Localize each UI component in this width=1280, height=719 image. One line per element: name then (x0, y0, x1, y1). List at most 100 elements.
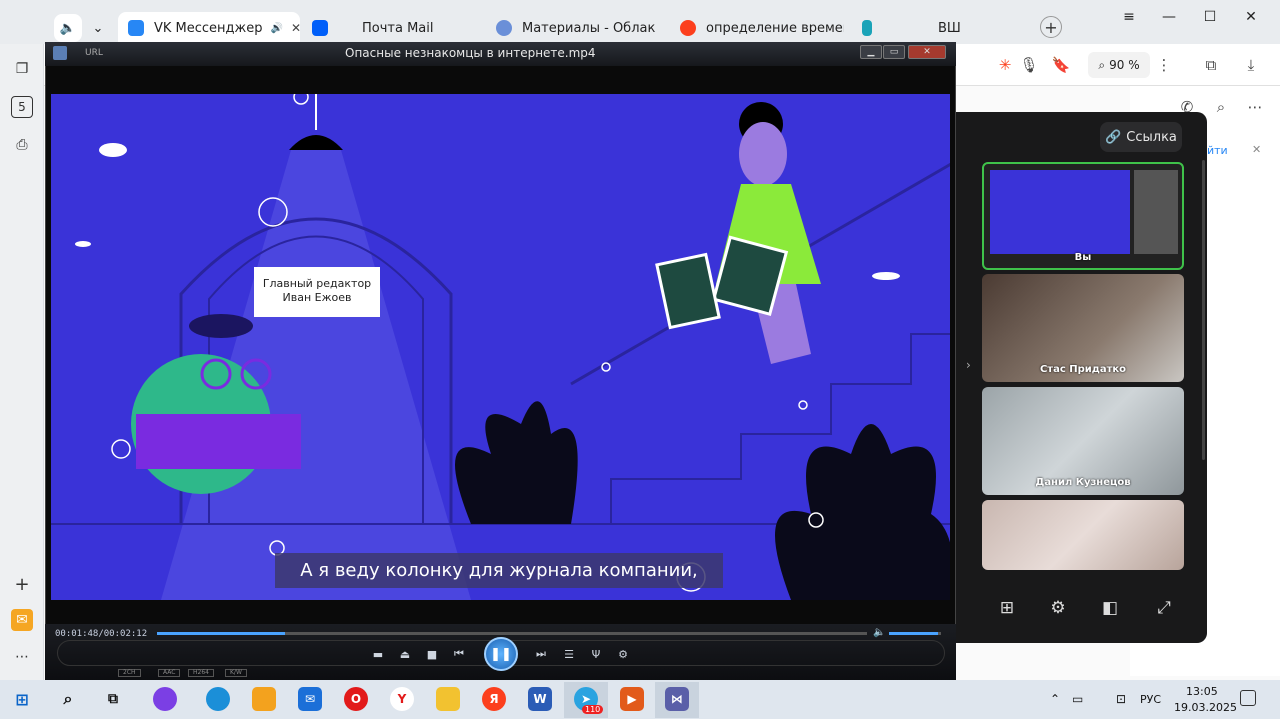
video-frame[interactable] (51, 94, 950, 600)
participant-tile-danil[interactable]: Данил Кузнецов (982, 387, 1184, 495)
zoom-button[interactable]: ⌕ 90 % (1088, 52, 1150, 78)
search-taskbar-icon[interactable]: ⌕ (56, 687, 80, 711)
chevron-down-icon[interactable]: ⌄ (86, 14, 110, 42)
search-icon[interactable]: ⌕ (1212, 96, 1230, 118)
screen-share-side (1134, 170, 1178, 254)
more-horizontal-icon[interactable]: ⋯ (1246, 96, 1264, 118)
minimize-icon[interactable]: — (1152, 6, 1186, 28)
new-tab-button[interactable]: + (1040, 16, 1062, 38)
right-page-link[interactable]: йти (1207, 144, 1228, 157)
task-view-icon[interactable]: ⧉ (101, 687, 125, 711)
tab-label: Почта Mail (362, 20, 434, 36)
vsh-icon (862, 20, 872, 36)
yandex-browser-icon[interactable]: Y (390, 687, 414, 711)
bubble (111, 439, 131, 459)
seek-bar[interactable] (157, 632, 867, 635)
tab-vk[interactable]: VK Мессенджер 🔊 ✕ (118, 12, 300, 44)
maximize-icon[interactable]: ☐ (1193, 6, 1227, 28)
tab-cloud[interactable]: Материалы - Облако зна (486, 12, 656, 44)
caption-line-2: Иван Ежоев (282, 291, 352, 304)
volume-icon[interactable]: 🔈 (873, 627, 885, 638)
player-logo-icon (53, 46, 67, 60)
store-icon[interactable] (252, 687, 276, 711)
more-vertical-icon[interactable]: ⋮ (1154, 54, 1174, 76)
alice-taskbar-icon[interactable] (153, 687, 177, 711)
close-banner-icon[interactable]: ✕ (1252, 143, 1261, 156)
player-minimize-icon[interactable]: ▁ (860, 45, 882, 59)
bubble (293, 94, 309, 105)
cloud-icon (496, 20, 512, 36)
keyboard-language[interactable]: РУС (1140, 693, 1161, 706)
settings-icon[interactable]: ⚙ (1046, 596, 1070, 620)
alice-icon[interactable]: ✳ (994, 54, 1016, 76)
edge-icon[interactable] (206, 687, 230, 711)
clock-date[interactable]: 19.03.2025 (1174, 701, 1237, 714)
volume-slider[interactable] (889, 632, 941, 635)
pause-button[interactable]: ❚❚ (484, 637, 518, 671)
tab-mail[interactable]: Почта Mail (302, 12, 482, 44)
playlist-icon[interactable]: ☰ (561, 646, 577, 662)
mail-taskbar-icon[interactable]: ✉ (298, 687, 322, 711)
tab-yandex[interactable]: определение времени пе (670, 12, 844, 44)
participant-tile-stas[interactable]: Стас Придатко (982, 274, 1184, 382)
microphone-icon[interactable]: 🎙 (1018, 54, 1040, 76)
mail-icon (312, 20, 328, 36)
sidebar-badge[interactable]: 5 (11, 96, 33, 118)
participant-tile-4[interactable] (982, 500, 1184, 570)
windows-start-icon[interactable]: ⊞ (10, 687, 34, 711)
participants-scrollbar[interactable] (1202, 160, 1205, 460)
hedgehog-hat (189, 314, 253, 338)
player-maximize-icon[interactable]: ▭ (883, 45, 905, 59)
yandex-icon[interactable]: Я (482, 687, 506, 711)
bubble (798, 400, 808, 410)
picture-in-picture-icon[interactable]: ◧ (1098, 596, 1122, 620)
download-icon[interactable]: ⤓ (1240, 54, 1262, 76)
explorer-icon[interactable] (436, 687, 460, 711)
video-title: Опасные незнакомцы в интернете.mp4 (345, 46, 596, 60)
screenshot-icon[interactable]: ⎙ (11, 134, 33, 156)
player-settings-icon[interactable]: ⚙ (615, 646, 631, 662)
participant-tile-self[interactable]: Вы (982, 162, 1184, 270)
next-icon[interactable]: ⏭ (533, 646, 549, 662)
caption-line-1: Главный редактор (262, 277, 372, 290)
screen-share-preview (990, 170, 1130, 254)
add-panel-icon[interactable]: + (11, 573, 33, 595)
bookmark-icon[interactable]: 🔖 (1050, 54, 1072, 76)
clock-time[interactable]: 13:05 (1186, 685, 1218, 698)
seaweed-right (775, 424, 950, 600)
url-label[interactable]: URL (85, 48, 103, 58)
audio-icon[interactable]: 🔈 (54, 14, 82, 42)
link-label: Ссылка (1126, 129, 1177, 145)
audio-tracks-icon[interactable]: Ψ (588, 646, 604, 662)
copy-link-button[interactable]: 🔗 Ссылка (1100, 122, 1182, 152)
extensions-icon[interactable]: ⧉ (1200, 54, 1222, 76)
previous-icon[interactable]: ⏮ (451, 646, 467, 662)
media-player-taskbar-icon[interactable]: ▶ (620, 687, 644, 711)
battery-icon[interactable]: ▭ (1072, 692, 1083, 706)
character-caption: Главный редактор Иван Ежоев (254, 267, 380, 317)
tray-chevron-icon[interactable]: ⌃ (1050, 692, 1060, 706)
codec-badge: H264 (188, 669, 214, 677)
eject-icon[interactable]: ⏏ (397, 646, 413, 662)
menu-icon[interactable]: ≡ (1112, 6, 1146, 28)
mail-app-icon[interactable]: ✉ (11, 609, 33, 631)
subtitles-icon[interactable]: ▬ (370, 646, 386, 662)
tab-label: VK Мессенджер (154, 20, 263, 36)
player-close-icon[interactable]: ✕ (908, 45, 946, 59)
network-icon[interactable]: ⊡ (1116, 692, 1126, 706)
tab-label: Материалы - Облако зна (522, 20, 656, 36)
collections-icon[interactable]: ❐ (11, 58, 33, 80)
fullscreen-icon[interactable]: ⤢ (1152, 596, 1176, 620)
more-icon[interactable]: ⋯ (11, 646, 33, 668)
vk-taskbar-icon[interactable]: ⋈ (665, 687, 689, 711)
notifications-icon[interactable] (1240, 690, 1256, 706)
close-icon[interactable]: ✕ (291, 21, 300, 35)
stop-icon[interactable]: ■ (424, 646, 440, 662)
chevron-right-icon[interactable]: › (966, 358, 971, 372)
opera-icon[interactable]: O (344, 687, 368, 711)
zoom-level: 90 % (1109, 58, 1140, 72)
close-window-icon[interactable]: ✕ (1234, 6, 1268, 28)
word-icon[interactable]: W (528, 687, 552, 711)
tab-vsh[interactable]: ВШ (852, 12, 1026, 44)
grid-view-icon[interactable]: ⊞ (995, 596, 1019, 620)
